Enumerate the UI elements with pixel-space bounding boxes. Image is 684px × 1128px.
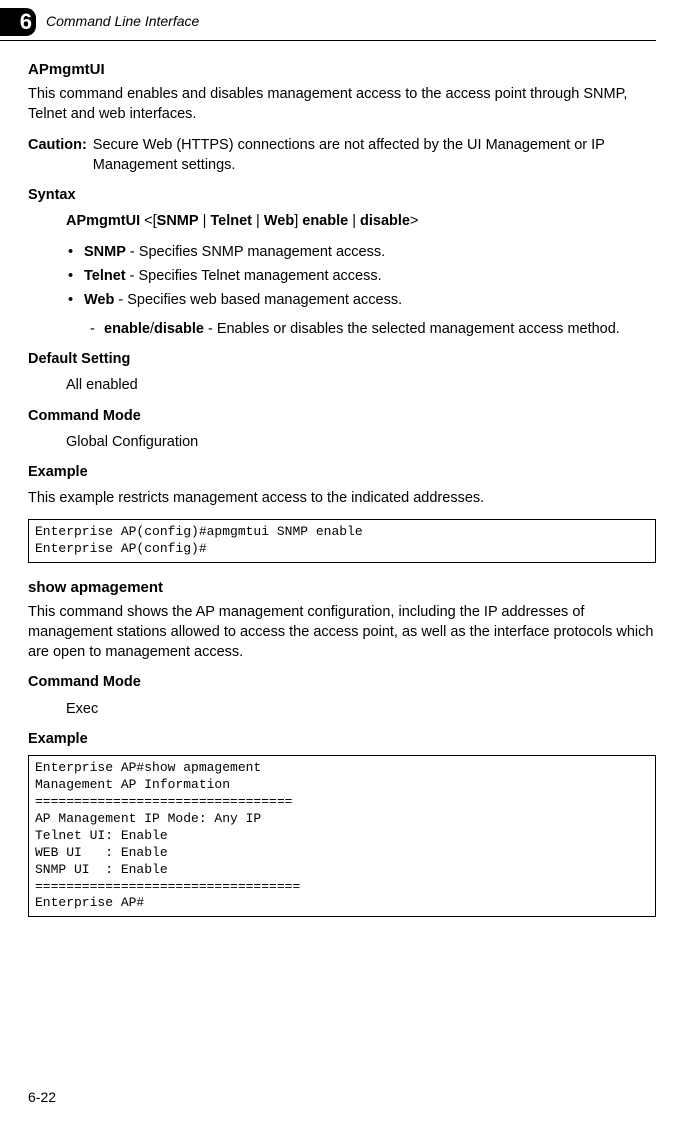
bullet-web-b: Web (84, 292, 114, 308)
cmd1-mode-label: Command Mode (28, 406, 656, 426)
syntax-line: APmgmtUI <[SNMP | Telnet | Web] enable |… (66, 211, 656, 231)
caution-label: Caution: (28, 135, 87, 176)
bullet-snmp-t: - Specifies SNMP management access. (126, 244, 385, 260)
syntax-snmp: SNMP (157, 213, 199, 229)
cmd1-example-code: Enterprise AP(config)#apmgmtui SNMP enab… (28, 519, 656, 563)
cmd2-example-label: Example (28, 729, 656, 749)
header-title: Command Line Interface (46, 12, 199, 32)
bullet-telnet: Telnet - Specifies Telnet management acc… (66, 266, 656, 286)
chapter-badge: 6 (0, 8, 36, 36)
caution-text: Secure Web (HTTPS) connections are not a… (93, 135, 656, 176)
syntax-web: Web (264, 213, 294, 229)
bullet-telnet-b: Telnet (84, 268, 126, 284)
sub-enable-b: enable (104, 321, 150, 337)
sub-enable-disable: enable/disable - Enables or disables the… (88, 319, 656, 339)
cmd2-mode-label: Command Mode (28, 672, 656, 692)
sub-t: - Enables or disables the selected manag… (204, 321, 620, 337)
cmd1-desc: This command enables and disables manage… (28, 84, 656, 125)
bullet-web-t: - Specifies web based management access. (114, 292, 402, 308)
cmd1-mode-value: Global Configuration (66, 432, 656, 452)
syntax-cmd: APmgmtUI (66, 213, 140, 229)
page-number: 6-22 (28, 1088, 56, 1108)
cmd1-example-label: Example (28, 462, 656, 482)
sub-disable-b: disable (154, 321, 204, 337)
syntax-bullets: SNMP - Specifies SNMP management access.… (66, 242, 656, 311)
page-content: APmgmtUI This command enables and disabl… (0, 59, 684, 917)
default-value: All enabled (66, 375, 656, 395)
page-header: 6 Command Line Interface (0, 0, 656, 41)
bullet-snmp: SNMP - Specifies SNMP management access. (66, 242, 656, 262)
syntax-enable: enable (302, 213, 348, 229)
bullet-telnet-t: - Specifies Telnet management access. (126, 268, 382, 284)
syntax-label: Syntax (28, 185, 656, 205)
bullet-web: Web - Specifies web based management acc… (66, 290, 656, 310)
cmd2-mode-value: Exec (66, 699, 656, 719)
cmd2-name: show apmagement (28, 577, 656, 598)
syntax-telnet: Telnet (210, 213, 252, 229)
bullet-snmp-b: SNMP (84, 244, 126, 260)
cmd2-desc: This command shows the AP management con… (28, 602, 656, 663)
cmd1-example-desc: This example restricts management access… (28, 488, 656, 508)
cmd1-caution: Caution: Secure Web (HTTPS) connections … (28, 135, 656, 176)
default-label: Default Setting (28, 349, 656, 369)
syntax-disable: disable (360, 213, 410, 229)
cmd1-name: APmgmtUI (28, 59, 656, 80)
cmd2-example-code: Enterprise AP#show apmagement Management… (28, 755, 656, 917)
